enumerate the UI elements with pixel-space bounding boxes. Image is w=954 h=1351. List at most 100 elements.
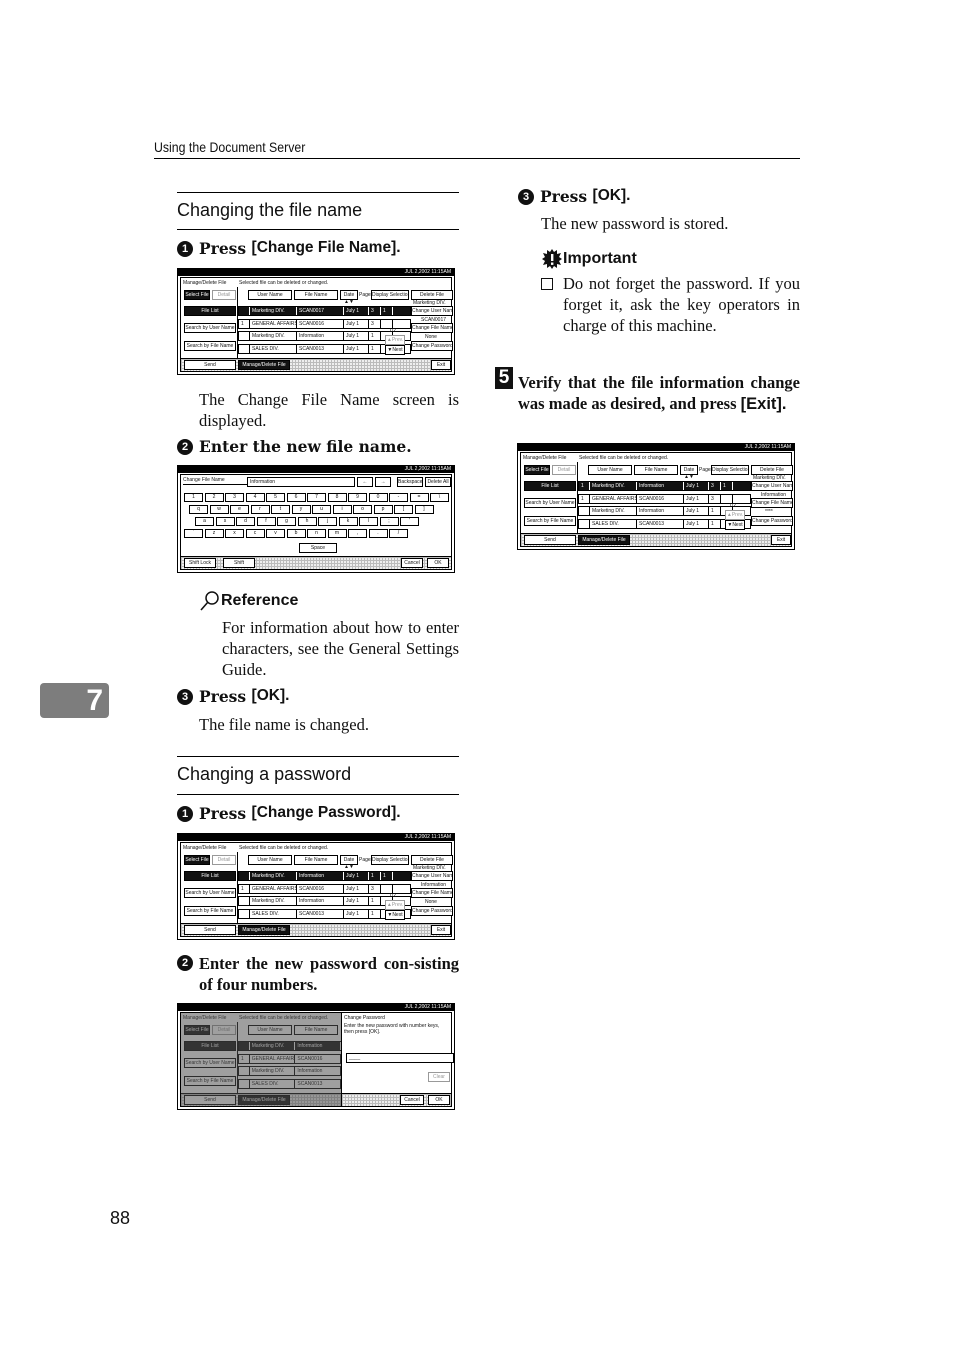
key-row4[interactable]: n	[307, 529, 326, 538]
file-list-button[interactable]: File List	[524, 481, 576, 491]
key-row4[interactable]: v	[266, 529, 285, 538]
send-tab[interactable]: Send	[184, 925, 236, 935]
backspace-button[interactable]: Backspace	[397, 477, 423, 487]
next-button[interactable]: ▼Next	[725, 520, 745, 530]
file-row[interactable]: 1 GENERAL AFFAIRS SCAN0016 July 13	[238, 883, 411, 894]
change-file-name-button[interactable]: Change File Name	[411, 888, 453, 898]
display-selection-button[interactable]: Display Selection	[371, 855, 409, 865]
prev-button[interactable]: ▲Prev.	[385, 900, 405, 910]
change-user-name-button[interactable]: Change User Name	[411, 871, 453, 881]
key-row2[interactable]: w	[209, 505, 229, 514]
prev-button[interactable]: ▲Prev.	[725, 510, 745, 520]
column-file-name[interactable]: File Name	[634, 465, 678, 475]
file-row[interactable]: Marketing DIV. SCAN0017 July 131	[238, 306, 411, 316]
key-row3[interactable]: h	[297, 517, 317, 526]
key-row1[interactable]: 6	[286, 493, 306, 502]
key-row3[interactable]: g	[277, 517, 296, 526]
search-by-file-name-button[interactable]: Search by File Name	[184, 341, 236, 351]
key-row1[interactable]: 9	[348, 493, 367, 502]
select-file-button[interactable]: Select File	[184, 855, 210, 865]
key-row1[interactable]: 1	[184, 493, 203, 502]
file-row[interactable]: Marketing DIV. Information July 111	[238, 871, 411, 881]
file-name-input[interactable]: Information	[247, 477, 355, 487]
cursor-right-button[interactable]: →	[375, 477, 391, 487]
key-row4[interactable]: `	[184, 529, 203, 538]
space-key[interactable]: Space	[299, 543, 337, 553]
column-user-name[interactable]: User Name	[248, 290, 292, 300]
key-row2[interactable]: o	[353, 505, 372, 514]
ok-button[interactable]: OK	[428, 1095, 450, 1105]
delete-file-button[interactable]: Delete File	[751, 465, 793, 475]
manage-delete-tab[interactable]: Manage/Delete File	[578, 535, 630, 545]
key-row3[interactable]: f	[256, 517, 276, 526]
key-row1[interactable]: 4	[245, 493, 265, 502]
key-row4[interactable]: ,	[348, 529, 367, 538]
delete-all-button[interactable]: Delete All	[425, 477, 451, 487]
change-user-name-button[interactable]: Change User Name	[411, 306, 453, 316]
key-row1[interactable]: 2	[204, 493, 224, 502]
key-row2[interactable]: y	[291, 505, 311, 514]
display-selection-button[interactable]: Display Selection	[371, 290, 409, 300]
change-file-name-button[interactable]: Change File Name	[411, 323, 453, 333]
key-row1[interactable]: =	[409, 493, 429, 502]
manage-delete-tab[interactable]: Manage/Delete File	[238, 925, 290, 935]
file-row[interactable]: 1 GENERAL AFFAIRS SCAN0016 July 13	[238, 318, 411, 329]
file-row[interactable]: 1 GENERAL AFFAIRS SCAN0016 July 13	[578, 493, 751, 504]
change-password-button[interactable]: Change Password	[411, 341, 453, 351]
shift-button[interactable]: Shift	[223, 558, 255, 568]
send-tab[interactable]: Send	[524, 535, 576, 545]
cancel-button[interactable]: Cancel	[400, 1095, 424, 1105]
key-row4[interactable]: /	[389, 529, 408, 538]
change-file-name-button[interactable]: Change File Name	[751, 498, 793, 508]
key-row2[interactable]: u	[312, 505, 331, 514]
key-row1[interactable]: 3	[225, 493, 244, 502]
key-row2[interactable]: ]	[414, 505, 434, 514]
key-row3[interactable]: a	[195, 517, 214, 526]
key-row1[interactable]: 7	[307, 493, 326, 502]
column-file-name[interactable]: File Name	[294, 290, 338, 300]
cancel-button[interactable]: Cancel	[401, 558, 423, 568]
detail-button[interactable]: Detail	[212, 290, 236, 300]
change-user-name-button[interactable]: Change User Name	[751, 481, 793, 491]
select-file-button[interactable]: Select File	[184, 290, 210, 300]
key-row2[interactable]: e	[230, 505, 249, 514]
key-row2[interactable]: [	[394, 505, 413, 514]
file-row[interactable]: 1 Marketing DIV. Information July 131	[578, 481, 751, 491]
key-row4[interactable]: b	[286, 529, 306, 538]
detail-button[interactable]: Detail	[212, 855, 236, 865]
search-by-file-name-button[interactable]: Search by File Name	[184, 906, 236, 916]
change-password-button[interactable]: Change Password	[411, 906, 453, 916]
display-selection-button[interactable]: Display Selection	[711, 465, 749, 475]
cursor-left-button[interactable]: ←	[357, 477, 373, 487]
exit-button[interactable]: Exit	[431, 925, 451, 935]
key-row3[interactable]: s	[215, 517, 235, 526]
key-row4[interactable]: .	[368, 529, 388, 538]
key-row1[interactable]: 5	[266, 493, 285, 502]
key-row3[interactable]: d	[236, 517, 255, 526]
send-tab[interactable]: Send	[184, 360, 236, 370]
key-row1[interactable]: 8	[327, 493, 347, 502]
key-row4[interactable]: c	[245, 529, 265, 538]
search-by-user-name-button[interactable]: Search by User Name	[524, 498, 576, 508]
delete-file-button[interactable]: Delete File	[411, 290, 453, 300]
key-row3[interactable]: k	[338, 517, 358, 526]
shift-lock-button[interactable]: Shift Lock	[184, 558, 216, 568]
key-row3[interactable]: ;	[379, 517, 399, 526]
key-row3[interactable]: j	[318, 517, 337, 526]
key-row1[interactable]: 0	[368, 493, 388, 502]
next-button[interactable]: ▼Next	[385, 910, 405, 920]
column-user-name[interactable]: User Name	[248, 855, 292, 865]
search-by-file-name-button[interactable]: Search by File Name	[524, 516, 576, 526]
search-by-user-name-button[interactable]: Search by User Name	[184, 323, 236, 333]
column-file-name[interactable]: File Name	[294, 855, 338, 865]
change-password-button[interactable]: Change Password	[751, 516, 793, 526]
delete-file-button[interactable]: Delete File	[411, 855, 453, 865]
key-row4[interactable]: x	[225, 529, 244, 538]
key-row3[interactable]: '	[400, 517, 419, 526]
key-row2[interactable]: q	[189, 505, 208, 514]
key-row4[interactable]: z	[204, 529, 224, 538]
exit-button[interactable]: Exit	[431, 360, 451, 370]
key-row1[interactable]: -	[389, 493, 408, 502]
password-input[interactable]: ____	[346, 1053, 454, 1063]
manage-delete-tab[interactable]: Manage/Delete File	[238, 360, 290, 370]
